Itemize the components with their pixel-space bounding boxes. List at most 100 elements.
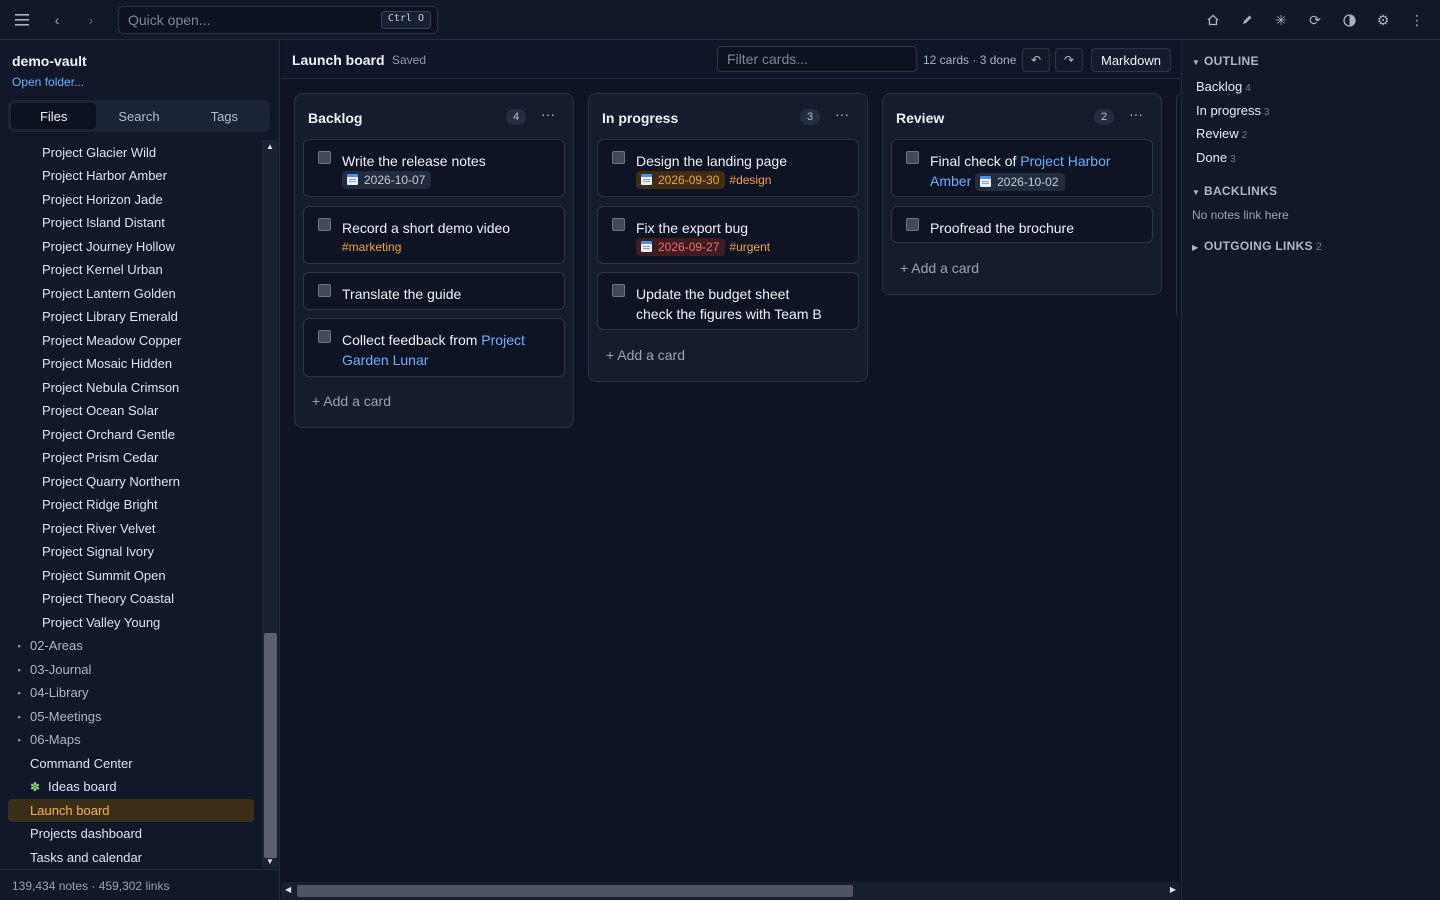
folder-item[interactable]: ▸ 03-Journal	[18, 658, 91, 681]
card-checkbox[interactable]	[318, 284, 331, 297]
card-checkbox[interactable]	[612, 151, 625, 164]
outline-item[interactable]: In progress 3	[1196, 103, 1270, 118]
backlinks-empty: No notes link here	[1192, 208, 1289, 222]
gear-icon[interactable]: ⚙	[1371, 8, 1395, 32]
card-checkbox[interactable]	[612, 284, 625, 297]
card-checkbox[interactable]	[906, 218, 919, 231]
add-card-button[interactable]: + Add a card	[606, 347, 685, 363]
back-icon[interactable]: ‹	[45, 8, 69, 32]
scroll-right-icon[interactable]: ▶	[1170, 885, 1176, 894]
folder-item[interactable]: ▸ 05-Meetings	[18, 705, 102, 728]
card-checkbox[interactable]	[612, 218, 625, 231]
contrast-icon[interactable]	[1337, 8, 1361, 32]
undo-button[interactable]: ↶	[1022, 48, 1050, 72]
filter-cards-input[interactable]: Filter cards...	[717, 46, 917, 72]
quick-open-input[interactable]: Quick open... Ctrl O	[118, 6, 438, 34]
scrollbar-thumb[interactable]	[264, 633, 277, 858]
board-horizontal-scrollbar[interactable]: ◀ ▶	[281, 882, 1180, 900]
file-item[interactable]: Command Center	[30, 752, 133, 775]
card-checkbox[interactable]	[906, 151, 919, 164]
menu-icon[interactable]	[10, 8, 34, 32]
card[interactable]: Proofread the brochure	[891, 206, 1153, 243]
card[interactable]: Update the budget sheet check the figures…	[597, 272, 859, 330]
card[interactable]: Design the landing page 2026-09-30 #desig…	[597, 139, 859, 197]
calendar-icon	[347, 174, 358, 185]
outline-header[interactable]: ▼ OUTLINE	[1192, 54, 1259, 68]
open-folder-link[interactable]: Open folder...	[12, 75, 84, 89]
file-item[interactable]: Project Ridge Bright	[42, 493, 158, 516]
file-item[interactable]: Projects dashboard	[30, 822, 142, 845]
file-item[interactable]: Project Orchard Gentle	[42, 423, 175, 446]
more-icon[interactable]: ···	[537, 106, 559, 126]
card-tag[interactable]: #design	[729, 173, 771, 187]
file-item[interactable]: Project Glacier Wild	[42, 141, 156, 164]
scroll-up-icon[interactable]: ▲	[265, 142, 275, 151]
date-chip[interactable]: 2026-09-27	[636, 238, 726, 256]
file-item[interactable]: Project Kernel Urban	[42, 258, 163, 281]
markdown-button[interactable]: Markdown	[1091, 48, 1171, 72]
date-chip[interactable]: 2026-10-07	[342, 171, 432, 189]
card-checkbox[interactable]	[318, 218, 331, 231]
file-item[interactable]: Project Island Distant	[42, 211, 165, 234]
tab-search[interactable]: Search	[96, 103, 181, 129]
file-item[interactable]: Tasks and calendar	[30, 846, 142, 869]
card-tag[interactable]: #urgent	[729, 240, 770, 254]
file-item[interactable]: Project Theory Coastal	[42, 587, 174, 610]
file-item[interactable]: Project Ocean Solar	[42, 399, 158, 422]
card[interactable]: Final check of Project Harbor Amber 2026…	[891, 139, 1153, 197]
sparkle-icon[interactable]: ✳	[1269, 8, 1293, 32]
more-icon[interactable]: ···	[1125, 106, 1147, 126]
more-icon[interactable]: ···	[831, 106, 853, 126]
add-card-button[interactable]: + Add a card	[900, 260, 979, 276]
file-item[interactable]: Project Harbor Amber	[42, 164, 167, 187]
top-bar: ‹ › Quick open... Ctrl O ✳ ⟳ ⚙ ⋮	[0, 0, 1440, 40]
file-item[interactable]: Project Horizon Jade	[42, 188, 163, 211]
date-chip[interactable]: 2026-10-02	[975, 173, 1065, 191]
card-tag[interactable]: #marketing	[342, 240, 401, 254]
outline-item[interactable]: Backlog 4	[1196, 79, 1251, 94]
file-item[interactable]: Project Meadow Copper	[42, 329, 181, 352]
outgoing-links-header[interactable]: ▶ OUTGOING LINKS 2	[1192, 239, 1322, 253]
date-chip[interactable]: 2026-09-30	[636, 171, 726, 189]
file-item-selected[interactable]: Launch board	[8, 799, 254, 822]
card[interactable]: Collect feedback from Project Garden Lun…	[303, 318, 565, 377]
more-icon[interactable]: ⋮	[1405, 8, 1429, 32]
file-item[interactable]: Project Nebula Crimson	[42, 376, 179, 399]
forward-icon[interactable]: ›	[79, 8, 103, 32]
tab-files[interactable]: Files	[11, 103, 97, 129]
tab-tags[interactable]: Tags	[182, 103, 267, 129]
redo-button[interactable]: ↷	[1055, 48, 1083, 72]
home-icon[interactable]	[1201, 8, 1225, 32]
file-item[interactable]: ✽ Ideas board	[30, 775, 117, 798]
card-checkbox[interactable]	[318, 330, 331, 343]
file-item[interactable]: Project Library Emerald	[42, 305, 178, 328]
scroll-left-icon[interactable]: ◀	[285, 885, 291, 894]
backlinks-header[interactable]: ▼ BACKLINKS	[1192, 184, 1277, 198]
file-item[interactable]: Project Signal Ivory	[42, 540, 154, 563]
edit-icon[interactable]	[1235, 8, 1259, 32]
scrollbar-thumb[interactable]	[297, 885, 853, 897]
file-item[interactable]: Project Mosaic Hidden	[42, 352, 172, 375]
card[interactable]: Write the release notes 2026-10-07	[303, 139, 565, 197]
file-item[interactable]: Project Journey Hollow	[42, 235, 175, 258]
card[interactable]: Record a short demo video #marketing	[303, 206, 565, 264]
section-title: OUTLINE	[1204, 54, 1259, 68]
scroll-down-icon[interactable]: ▼	[265, 857, 275, 866]
card-checkbox[interactable]	[318, 151, 331, 164]
file-item[interactable]: Project Prism Cedar	[42, 446, 158, 469]
outline-item[interactable]: Done 3	[1196, 150, 1236, 165]
file-item[interactable]: Project River Velvet	[42, 517, 155, 540]
refresh-icon[interactable]: ⟳	[1303, 8, 1327, 32]
folder-item[interactable]: ▸ 04-Library	[18, 681, 89, 704]
add-card-button[interactable]: + Add a card	[312, 393, 391, 409]
card[interactable]: Translate the guide	[303, 272, 565, 310]
folder-item[interactable]: ▸ 06-Maps	[18, 728, 81, 751]
card[interactable]: Fix the export bug 2026-09-27 #urgent	[597, 206, 859, 264]
file-item[interactable]: Project Summit Open	[42, 564, 166, 587]
file-item[interactable]: Project Quarry Northern	[42, 470, 180, 493]
outline-item[interactable]: Review 2	[1196, 126, 1247, 141]
file-item[interactable]: Project Lantern Golden	[42, 282, 176, 305]
sidebar-scrollbar[interactable]: ▲ ▼	[262, 140, 278, 868]
folder-item[interactable]: ▸ 02-Areas	[18, 634, 83, 657]
file-item[interactable]: Project Valley Young	[42, 611, 160, 634]
